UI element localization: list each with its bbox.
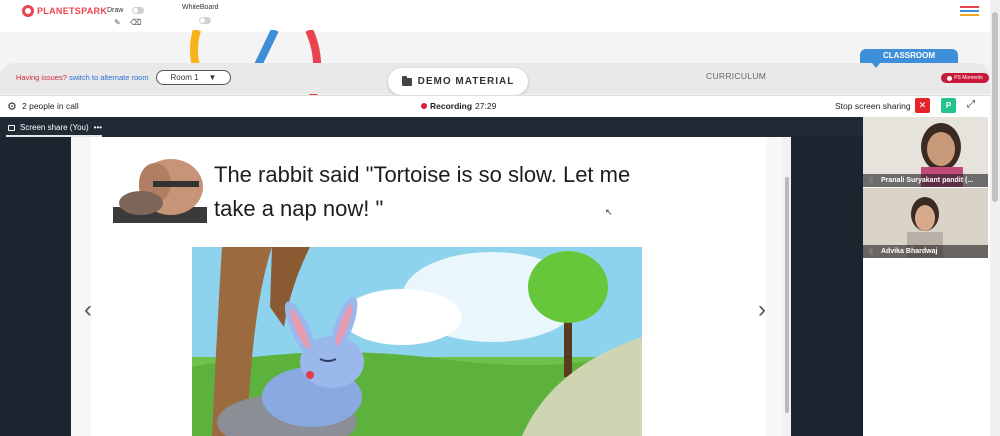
screen-share-strip — [0, 117, 863, 137]
app-root: PLANETSPARK Draw ✎ ⌫ WhiteBoard Having i… — [0, 0, 1000, 436]
ps-moments-icon — [947, 75, 953, 81]
screen-share-icon — [8, 124, 15, 131]
slide-scrollbar-thumb[interactable] — [785, 177, 789, 413]
speaker-face-image — [113, 159, 207, 223]
fullscreen-icon[interactable]: ⤢ — [967, 99, 975, 110]
planetspark-logo-icon — [22, 5, 34, 17]
classroom-tab-pointer — [872, 63, 880, 68]
mouse-cursor-icon: ↖ — [605, 207, 613, 217]
ps-moments-button[interactable]: PS Moments — [941, 73, 989, 83]
participant-name: Advika Bhardwaj — [863, 245, 988, 258]
chevron-right-icon[interactable]: › — [758, 296, 766, 324]
story-line-2: take a nap now! " — [214, 196, 384, 221]
classroom-tab[interactable]: CLASSROOM — [860, 49, 958, 63]
stop-sharing-label: Stop screen sharing — [835, 101, 911, 111]
recording-status: Recording 27:29 — [421, 101, 496, 111]
eraser-icon[interactable]: ⌫ — [130, 18, 141, 27]
issues-notice: Having issues? switch to alternate room — [16, 73, 149, 82]
issues-text: Having issues? — [16, 73, 67, 82]
people-count: 2 people in call — [22, 101, 79, 111]
page-scrollbar-thumb[interactable] — [992, 12, 998, 202]
recording-label: Recording — [430, 101, 473, 111]
p-badge-button[interactable]: P — [941, 98, 956, 113]
whiteboard-label: WhiteBoard — [182, 4, 219, 11]
hamburger-menu-icon[interactable] — [960, 6, 979, 18]
more-options-icon[interactable]: ••• — [94, 123, 102, 132]
rabbit-scene-illustration — [192, 247, 642, 436]
participant-video-2[interactable]: Advika Bhardwaj — [863, 188, 988, 258]
recording-dot-icon — [421, 103, 427, 109]
ps-moments-label: PS Moments — [954, 75, 983, 81]
pencil-icon[interactable]: ✎ — [114, 18, 121, 27]
draw-toggle[interactable] — [132, 7, 144, 14]
draw-label: Draw — [107, 7, 124, 14]
room-value: Room 1 — [170, 73, 199, 82]
screen-share-tab[interactable]: Screen share (You) ••• — [8, 123, 102, 132]
chevron-left-icon[interactable]: ‹ — [84, 296, 92, 324]
curriculum-tab[interactable]: CURRICULUM — [706, 71, 766, 81]
alternate-room-link[interactable]: switch to alternate room — [69, 73, 149, 82]
logo-text: PLANETSPARK — [37, 6, 108, 16]
room-select[interactable]: Room 1 ▼ — [156, 70, 231, 85]
demo-material-label: DEMO MATERIAL — [417, 76, 515, 87]
participant-name: Pranali Suryakant pandit (... — [863, 174, 988, 187]
demo-material-tab[interactable]: DEMO MATERIAL — [388, 68, 528, 95]
story-line-1: The rabbit said "Tortoise is so slow. Le… — [214, 162, 631, 187]
slide-story-text: The rabbit said "Tortoise is so slow. Le… — [214, 158, 684, 226]
recording-time: 27:29 — [475, 101, 497, 111]
chevron-down-icon: ▼ — [208, 73, 217, 82]
screen-share-label: Screen share (You) — [20, 123, 89, 132]
participant-video-1[interactable]: Pranali Suryakant pandit (... — [863, 117, 988, 187]
top-bar — [0, 0, 990, 32]
gear-icon[interactable]: ⚙ — [7, 100, 17, 113]
folder-icon — [401, 75, 412, 86]
whiteboard-toggle[interactable] — [199, 17, 211, 24]
planetspark-logo[interactable]: PLANETSPARK — [22, 5, 107, 17]
close-icon[interactable]: ✕ — [915, 98, 930, 113]
